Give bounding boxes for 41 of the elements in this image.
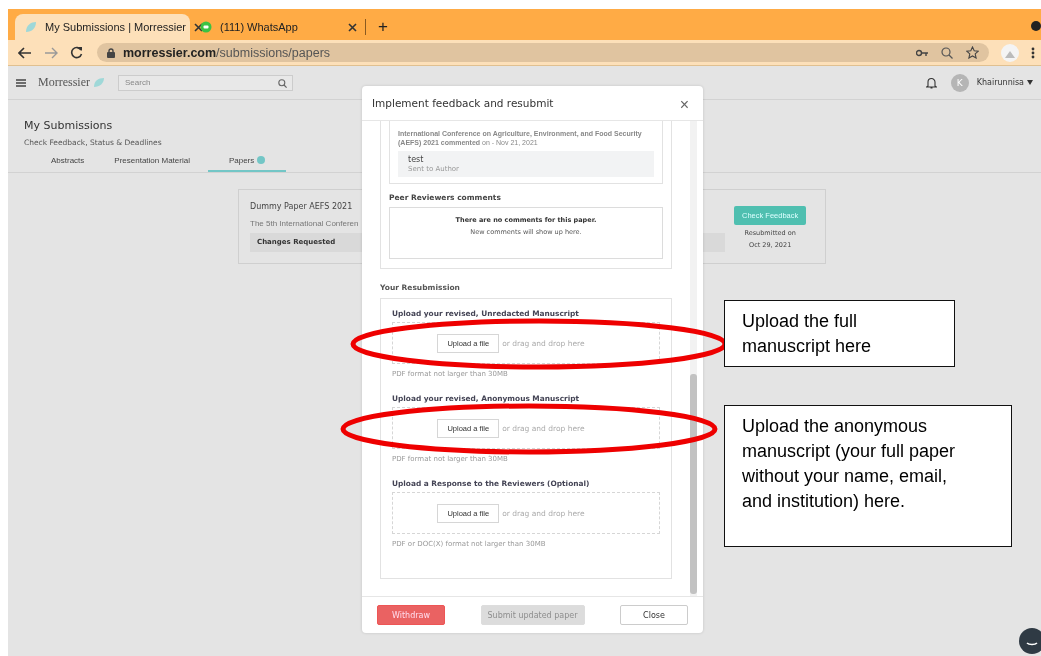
search-field[interactable]: Search xyxy=(118,74,293,91)
avatar-icon xyxy=(1001,43,1019,62)
lock-icon xyxy=(107,47,115,58)
close-icon xyxy=(194,22,203,32)
page-tab[interactable]: Papers xyxy=(207,153,287,172)
logo-leaf-icon xyxy=(94,78,104,87)
back-icon xyxy=(18,46,32,59)
close-button[interactable]: Close xyxy=(620,605,688,625)
browser-tab[interactable]: (111) WhatsApp xyxy=(190,14,365,40)
event-name: The 5th International Conferen xyxy=(250,219,359,228)
close-icon xyxy=(348,22,357,32)
bell-icon xyxy=(925,76,937,89)
search-icon xyxy=(278,78,287,88)
logo[interactable]: Morressier xyxy=(38,75,90,90)
caret-icon xyxy=(1027,80,1033,85)
profile-dot-icon xyxy=(1031,21,1041,31)
star-icon xyxy=(966,46,979,59)
menu-icon xyxy=(16,78,26,87)
forward-icon xyxy=(44,46,58,59)
page-tab[interactable]: Abstracts xyxy=(39,153,97,172)
zoom-icon xyxy=(941,46,953,59)
address-bar[interactable]: morressier.com/submissions/papers xyxy=(97,43,989,62)
paper-title: Dummy Paper AEFS 2021 xyxy=(250,202,353,211)
page-title: My Submissions xyxy=(24,119,114,132)
more-icon xyxy=(1031,46,1035,59)
chat-bubble-icon xyxy=(1019,628,1041,654)
callout-note: Upload the anonymous manuscript (your full paper without your name, email, and institution) here. xyxy=(724,405,1012,547)
new-tab-button[interactable]: + xyxy=(372,14,394,40)
scrollbar[interactable] xyxy=(690,121,697,596)
scrollbar-thumb[interactable] xyxy=(690,374,697,594)
reload-icon xyxy=(70,46,83,59)
dialog-title: Implement feedback and resubmit xyxy=(372,97,555,109)
callout-note: Upload the full manuscript here xyxy=(724,300,955,367)
page-tab[interactable]: Presentation Material xyxy=(102,153,202,172)
leaf-icon xyxy=(25,21,37,33)
chat-icon xyxy=(200,21,212,33)
close-button[interactable]: × xyxy=(675,96,693,114)
url-text: morressier.com/submissions/papers xyxy=(123,45,331,60)
key-icon xyxy=(916,48,928,57)
user-name[interactable]: Khairunnisa xyxy=(976,78,1024,87)
comment-text: test xyxy=(408,155,425,165)
